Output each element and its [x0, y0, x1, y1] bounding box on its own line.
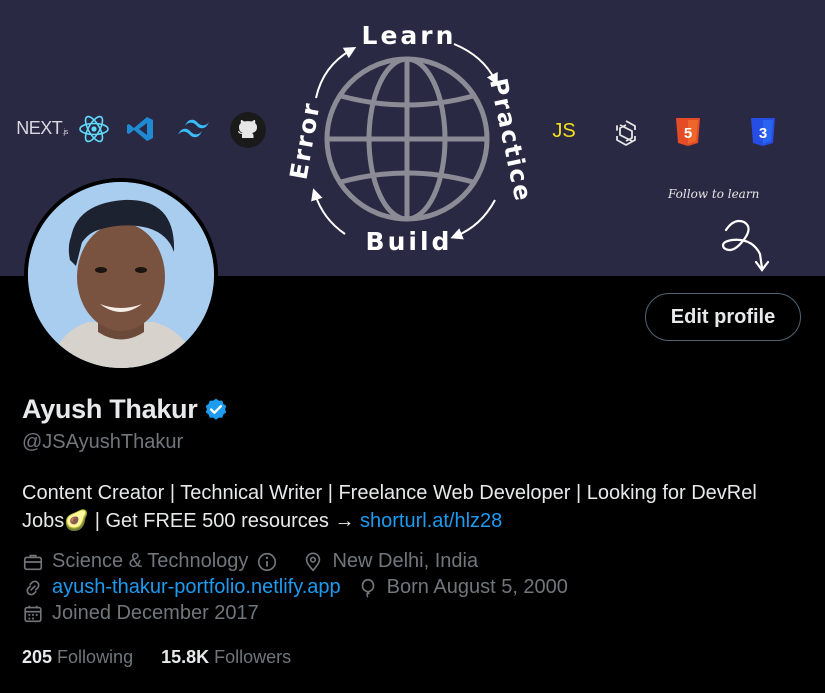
- birthday-label: Born August 5, 2000: [386, 576, 568, 598]
- cycle-learn-label: Learn: [362, 21, 457, 50]
- html5-icon: 5: [675, 117, 701, 147]
- joined-label: Joined December 2017: [52, 602, 259, 624]
- profile-bio: Content Creator | Technical Writer | Fre…: [22, 479, 802, 535]
- profile-handle: @JSAyushThakur: [22, 431, 184, 453]
- joined-item: Joined December 2017: [22, 602, 259, 625]
- tailwind-icon: [176, 118, 212, 140]
- category-item: Science & Technology: [22, 550, 286, 573]
- cycle-error-label: Error: [285, 100, 326, 182]
- sanity-icon: [610, 117, 642, 149]
- following-label: Following: [52, 647, 134, 667]
- calendar-icon: [24, 605, 42, 622]
- briefcase-icon: [23, 554, 43, 570]
- location-label: New Delhi, India: [332, 550, 479, 572]
- followers-label: Followers: [209, 647, 292, 667]
- profile-meta-row-1: Science & Technology New Delhi, India: [22, 550, 494, 573]
- following-link[interactable]: 205 Following: [22, 647, 133, 668]
- html5-icon-label: 5: [684, 125, 692, 142]
- location-item: New Delhi, India: [302, 550, 478, 573]
- curly-arrow-icon: [721, 219, 770, 272]
- followers-link[interactable]: 15.8K Followers: [161, 647, 291, 668]
- link-icon: [26, 580, 40, 595]
- js-logo-text: JS: [552, 119, 576, 142]
- cycle-practice-label: Practice: [484, 76, 533, 205]
- profile-name-row: Ayush Thakur: [22, 394, 229, 425]
- bio-link[interactable]: shorturl.at/hlz28: [360, 510, 502, 532]
- verified-badge-icon[interactable]: [203, 397, 229, 423]
- birthday-item: Born August 5, 2000: [357, 576, 568, 599]
- follow-note: Follow to learn: [668, 187, 760, 201]
- info-icon[interactable]: [256, 551, 278, 573]
- follow-counts: 205 Following 15.8K Followers: [22, 647, 319, 668]
- followers-count: 15.8K: [161, 647, 210, 667]
- nextjs-logo: NEXT .js: [14, 117, 70, 139]
- avatar-photo: [28, 182, 214, 368]
- vscode-icon: [126, 114, 156, 144]
- following-count: 205: [22, 647, 53, 667]
- globe-icon: [324, 56, 490, 222]
- nextjs-logo-text: NEXT: [16, 117, 63, 138]
- css3-icon: 3: [750, 117, 776, 147]
- avatar[interactable]: [24, 178, 218, 372]
- category-label: Science & Technology: [52, 550, 249, 572]
- css3-icon-label: 3: [759, 125, 767, 142]
- display-name: Ayush Thakur: [22, 394, 198, 424]
- edit-profile-button[interactable]: Edit profile: [645, 293, 801, 341]
- cycle-build-label: Build: [366, 227, 453, 256]
- react-icon: [78, 113, 110, 145]
- website-item: ayush-thakur-portfolio.netlify.app: [22, 576, 341, 599]
- profile-meta-row-2: ayush-thakur-portfolio.netlify.app Born …: [22, 576, 584, 599]
- github-icon: [230, 112, 266, 148]
- learning-cycle-graphic: Learn Practice Build Error: [285, 21, 533, 256]
- nextjs-logo-suffix: .js: [62, 128, 68, 136]
- balloon-icon: [361, 578, 374, 598]
- location-pin-icon: [306, 551, 321, 571]
- profile-meta-row-3: Joined December 2017: [22, 602, 275, 625]
- website-link[interactable]: ayush-thakur-portfolio.netlify.app: [52, 576, 341, 599]
- js-logo: JS: [548, 119, 580, 143]
